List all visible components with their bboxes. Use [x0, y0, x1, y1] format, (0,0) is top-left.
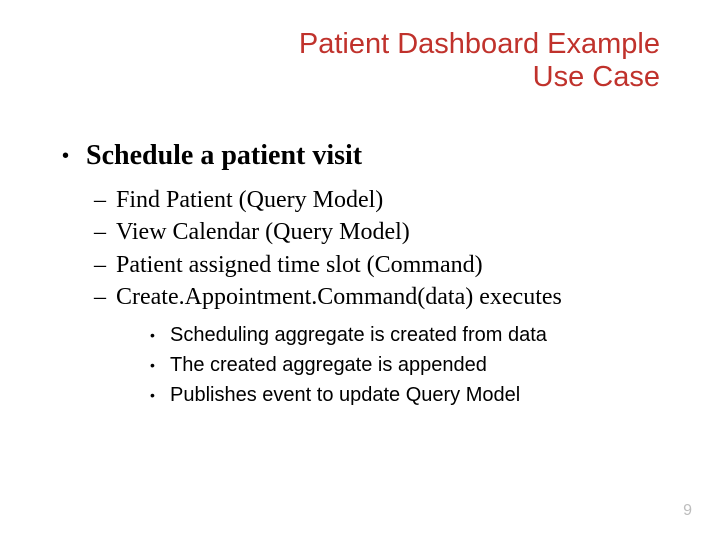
dash-icon: –	[94, 184, 116, 216]
bullet-icon: •	[150, 385, 170, 406]
dash-icon: –	[94, 249, 116, 281]
list-item-text: Patient assigned time slot (Command)	[116, 249, 483, 281]
slide: Patient Dashboard Example Use Case • Sch…	[0, 0, 720, 540]
list-item: • Publishes event to update Query Model	[150, 380, 680, 410]
heading-text: Schedule a patient visit	[86, 140, 362, 172]
page-number: 9	[683, 502, 692, 520]
bullet-icon: •	[150, 325, 170, 346]
list-item-text: View Calendar (Query Model)	[116, 216, 410, 248]
subsub-list: • Scheduling aggregate is created from d…	[150, 320, 680, 410]
heading-item: • Schedule a patient visit	[62, 140, 680, 172]
list-item-text: Publishes event to update Query Model	[170, 380, 520, 410]
list-item: – Find Patient (Query Model)	[94, 184, 680, 216]
dash-icon: –	[94, 281, 116, 313]
list-item: – View Calendar (Query Model)	[94, 216, 680, 248]
list-item-text: Create.Appointment.Command(data) execute…	[116, 281, 562, 313]
list-item: – Create.Appointment.Command(data) execu…	[94, 281, 680, 313]
bullet-icon: •	[62, 145, 86, 168]
list-item-text: The created aggregate is appended	[170, 350, 487, 380]
title-line-1: Patient Dashboard Example	[299, 28, 660, 61]
title-line-2: Use Case	[299, 61, 660, 94]
list-item-text: Scheduling aggregate is created from dat…	[170, 320, 547, 350]
slide-body: • Schedule a patient visit – Find Patien…	[62, 140, 680, 410]
list-item: • Scheduling aggregate is created from d…	[150, 320, 680, 350]
slide-title: Patient Dashboard Example Use Case	[299, 28, 660, 95]
dash-icon: –	[94, 216, 116, 248]
bullet-icon: •	[150, 355, 170, 376]
sub-list: – Find Patient (Query Model) – View Cale…	[94, 184, 680, 410]
list-item: • The created aggregate is appended	[150, 350, 680, 380]
list-item-text: Find Patient (Query Model)	[116, 184, 383, 216]
list-item: – Patient assigned time slot (Command)	[94, 249, 680, 281]
